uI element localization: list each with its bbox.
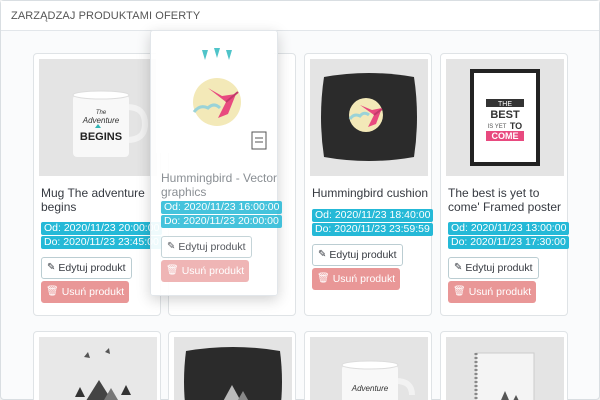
delete-product-button[interactable]: 🗑 Usuń produkt	[448, 281, 537, 303]
date-from-badge: Od: 2020/11/23 13:00:00	[448, 222, 570, 235]
svg-text:Adventure: Adventure	[351, 384, 389, 393]
trash-icon: 🗑	[453, 286, 466, 297]
svg-text:COME: COME	[492, 131, 519, 141]
date-to-badge: Do: 2020/11/23 23:45:00	[41, 236, 162, 249]
product-name: The best is yet to come' Framed poster	[448, 186, 561, 214]
delete-product-button[interactable]: 🗑 Usuń produkt	[161, 260, 250, 282]
date-from-badge: Od: 2020/11/23 20:00:00	[41, 222, 163, 235]
delete-product-button[interactable]: 🗑 Usuń produkt	[41, 281, 130, 303]
edit-product-button[interactable]: ✎ Edytuj produkt	[41, 257, 132, 279]
svg-text:IS YET: IS YET	[488, 124, 507, 130]
product-image-mug[interactable]: The Adventure BEGINS	[39, 59, 157, 176]
product-image[interactable]	[446, 337, 564, 400]
date-to-badge: Do: 2020/11/23 17:30:00	[448, 236, 569, 249]
product-image[interactable]: Adventure	[310, 337, 428, 400]
product-card-cushion: Hummingbird cushion Od: 2020/11/23 18:40…	[304, 53, 434, 316]
trash-icon: 🗑	[317, 273, 330, 284]
delete-product-button[interactable]: 🗑 Usuń produkt	[312, 268, 401, 290]
product-card-row2-2	[168, 331, 296, 400]
product-name: Hummingbird cushion	[312, 186, 429, 200]
pencil-icon: ✎	[167, 241, 176, 252]
product-name: Mug The adventure begins	[41, 186, 145, 214]
pencil-icon: ✎	[47, 262, 56, 273]
svg-text:Adventure: Adventure	[82, 116, 120, 125]
date-from-badge: Od: 2020/11/23 18:40:00	[312, 209, 434, 222]
product-image[interactable]	[39, 337, 157, 400]
product-image[interactable]	[174, 337, 292, 400]
product-card-vector-dragging[interactable]: Hummingbird - Vector graphics Od: 2020/1…	[150, 30, 283, 296]
edit-product-button[interactable]: ✎ Edytuj produkt	[161, 236, 252, 258]
product-card-poster: THE BEST IS YET TO COME The best is yet …	[440, 53, 570, 316]
date-to-badge: Do: 2020/11/23 20:00:00	[161, 215, 282, 228]
product-image-vector[interactable]	[156, 36, 274, 153]
edit-product-button[interactable]: ✎ Edytuj produkt	[448, 257, 539, 279]
trash-icon: 🗑	[166, 265, 179, 276]
pencil-icon: ✎	[454, 262, 463, 273]
product-card-row2-4	[440, 331, 568, 400]
date-from-badge: Od: 2020/11/23 16:00:00	[161, 201, 283, 214]
date-to-badge: Do: 2020/11/23 23:59:59	[312, 223, 433, 236]
product-card-row2-1	[33, 331, 161, 400]
panel-title: ZARZĄDZAJ PRODUKTAMI OFERTY	[1, 1, 599, 31]
svg-text:BEST: BEST	[490, 109, 520, 121]
product-name: Hummingbird - Vector graphics	[161, 171, 278, 199]
svg-text:THE: THE	[498, 101, 512, 108]
product-image-cushion[interactable]	[310, 59, 428, 176]
product-card-mug: The Adventure BEGINS Mug The adventure b…	[33, 53, 163, 316]
trash-icon: 🗑	[46, 286, 59, 297]
product-image-poster[interactable]: THE BEST IS YET TO COME	[446, 59, 564, 176]
edit-product-button[interactable]: ✎ Edytuj produkt	[312, 244, 403, 266]
svg-text:TO: TO	[510, 121, 522, 131]
svg-text:BEGINS: BEGINS	[80, 131, 122, 143]
product-card-row2-3: Adventure	[304, 331, 432, 400]
pencil-icon: ✎	[318, 249, 327, 260]
